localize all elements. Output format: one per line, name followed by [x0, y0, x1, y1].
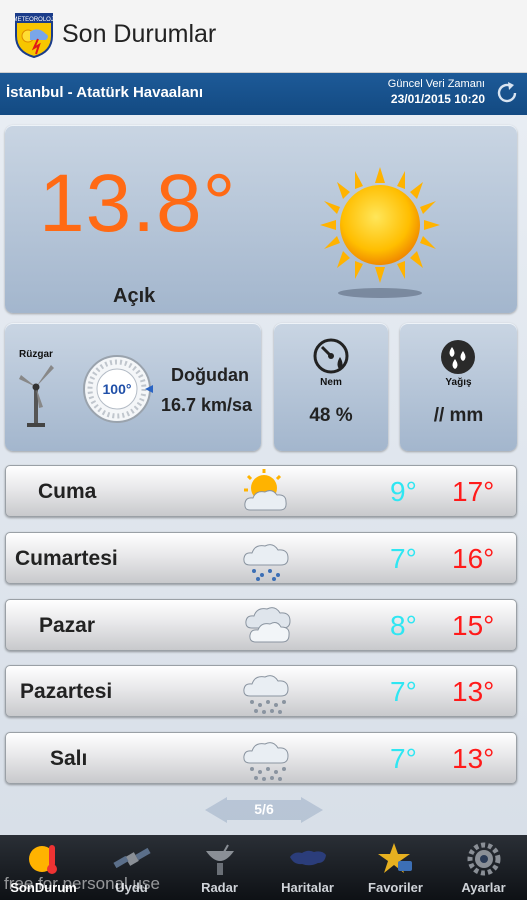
location-name[interactable]: İstanbul - Atatürk Havaalanı — [6, 84, 203, 101]
snow-cloud-icon — [243, 742, 289, 781]
forecast-high: 15° — [452, 610, 495, 641]
update-label: Güncel Veri Zamanı — [387, 78, 485, 90]
forecast-day: Cumartesi — [15, 547, 118, 570]
map-icon — [290, 850, 326, 866]
forecast-high: 17° — [452, 476, 495, 507]
radar-dish-icon — [206, 844, 234, 875]
meteoroloji-logo-icon: METEOROLOJİ — [14, 13, 54, 58]
partly-cloudy-icon — [244, 469, 287, 511]
app-bar: METEOROLOJİ Son Durumlar — [0, 0, 527, 73]
tab-ayarlar[interactable]: Ayarlar — [440, 835, 527, 900]
sun-thermometer-icon — [29, 845, 57, 874]
forecast-row[interactable]: Salı 7° 13° — [5, 732, 517, 784]
snow-cloud-icon — [243, 675, 289, 714]
forecast-low: 7° — [390, 676, 417, 707]
current-conditions-card: 13.8° Açık — [5, 125, 517, 313]
precipitation-label: Yağış — [445, 377, 472, 388]
forecast-row[interactable]: Cumartesi 7° 16° — [5, 532, 517, 584]
forecast-low: 7° — [390, 543, 417, 574]
tab-haritalar[interactable]: Haritalar — [264, 835, 351, 900]
tab-label: Ayarlar — [461, 880, 506, 895]
forecast-row[interactable]: Pazar 8° 15° — [5, 599, 517, 651]
wind-card: Rüzgar 100° Doğudan 16.7 km/sa — [5, 323, 261, 451]
page-title: Son Durumlar — [62, 20, 217, 48]
page-indicator[interactable]: 5/6 — [205, 797, 323, 823]
forecast-row[interactable]: Pazartesi 7° 13° — [5, 665, 517, 717]
sun-icon — [320, 167, 440, 298]
tab-label: Haritalar — [281, 880, 334, 895]
wind-speed: 16.7 km/sa — [161, 395, 253, 415]
forecast-low: 7° — [390, 743, 417, 774]
rain-drops-icon — [441, 340, 475, 374]
tab-label: Favoriler — [368, 880, 423, 895]
precipitation-value: // mm — [433, 405, 484, 426]
humidity-label: Nem — [320, 377, 342, 388]
forecast-day: Pazar — [39, 614, 96, 637]
tab-label: Radar — [201, 880, 238, 895]
current-condition: Açık — [113, 285, 156, 307]
forecast-high: 13° — [452, 743, 495, 774]
satellite-icon — [113, 847, 151, 869]
precipitation-card: Yağış // mm — [400, 323, 517, 451]
humidity-value: 48 % — [309, 405, 353, 426]
forecast-high: 16° — [452, 543, 495, 574]
gear-icon — [467, 842, 501, 876]
refresh-icon[interactable] — [495, 81, 519, 105]
main-content: 13.8° Açık Rüzgar 100° Doğudan 16.7 km/s… — [0, 115, 527, 835]
forecast-row[interactable]: Cuma 9° 17° — [5, 465, 517, 517]
pager-text: 5/6 — [254, 801, 274, 817]
rain-cloud-icon — [243, 544, 289, 581]
wind-direction: Doğudan — [171, 365, 249, 385]
tab-favoriler[interactable]: Favoriler — [352, 835, 439, 900]
forecast-day: Pazartesi — [20, 680, 113, 703]
cloudy-icon — [245, 607, 291, 643]
wind-turbine-icon — [19, 365, 54, 427]
tab-radar[interactable]: Radar — [176, 835, 263, 900]
update-time: 23/01/2015 10:20 — [390, 92, 485, 106]
wind-direction-degrees: 100° — [102, 381, 132, 397]
watermark-text: free for personal use — [4, 874, 160, 893]
humidity-card: Nem 48 % — [274, 323, 388, 451]
humidity-gauge-icon — [313, 338, 349, 374]
forecast-low: 8° — [390, 610, 417, 641]
forecast-high: 13° — [452, 676, 495, 707]
forecast-day: Cuma — [38, 480, 97, 503]
forecast-day: Salı — [50, 747, 88, 770]
current-temperature: 13.8° — [39, 158, 237, 249]
location-bar: İstanbul - Atatürk Havaalanı Güncel Veri… — [0, 73, 527, 115]
forecast-low: 9° — [390, 476, 417, 507]
star-icon — [378, 843, 412, 873]
svg-text:METEOROLOJİ: METEOROLOJİ — [14, 16, 54, 23]
